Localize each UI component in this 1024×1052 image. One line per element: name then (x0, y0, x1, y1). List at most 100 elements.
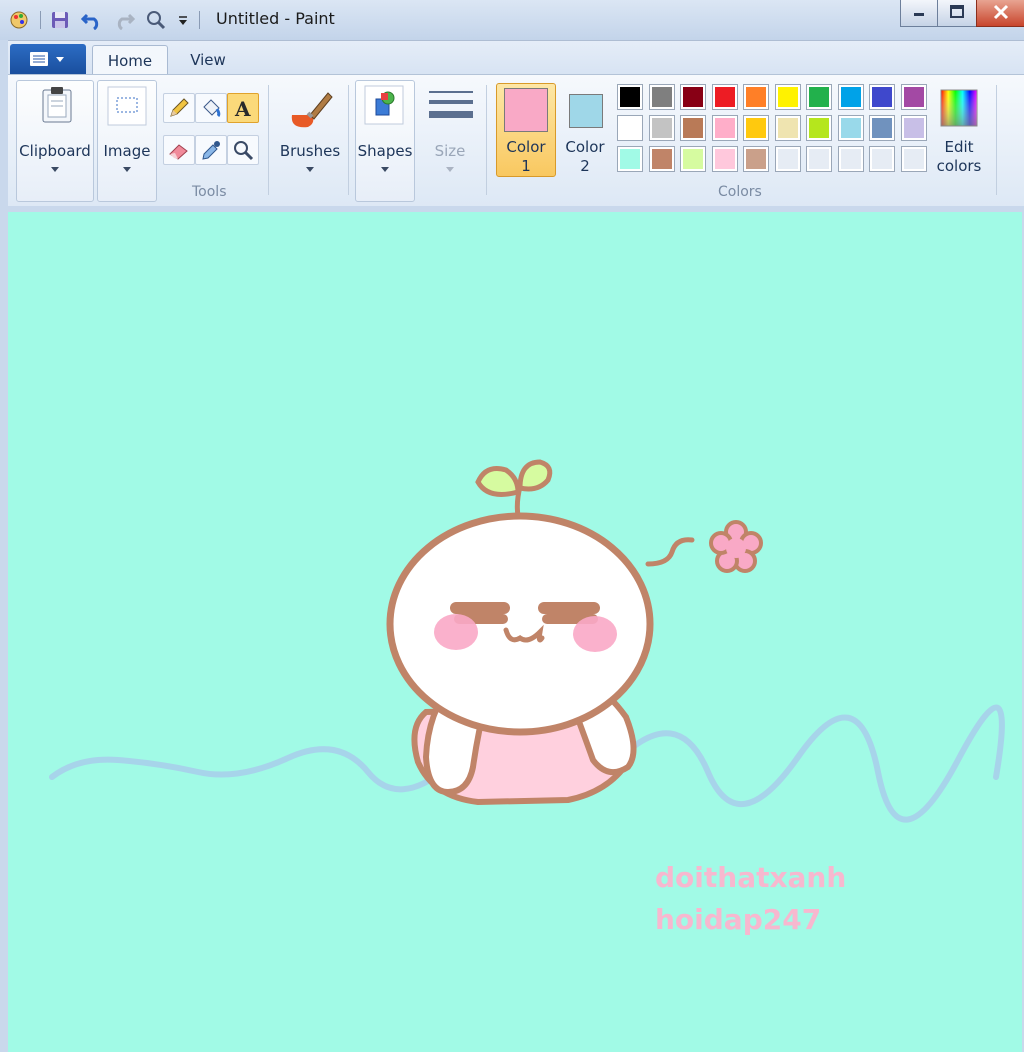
left-eye (450, 602, 510, 614)
magnifier-icon[interactable] (145, 9, 167, 31)
squiggle-line (645, 537, 695, 567)
separator (996, 85, 997, 195)
palette-swatch[interactable] (617, 84, 643, 110)
left-cheek (434, 614, 478, 650)
clipboard-label: Clipboard (19, 142, 91, 160)
palette-swatch[interactable] (806, 146, 832, 172)
edit-colors-button[interactable]: Edit colors (932, 83, 986, 177)
palette-swatch[interactable] (743, 146, 769, 172)
color2-swatch (569, 94, 603, 128)
chevron-down-icon (51, 167, 59, 172)
palette-swatch[interactable] (869, 115, 895, 141)
flower (709, 520, 763, 573)
magnifier-icon (234, 141, 254, 161)
size-label: Size (434, 142, 466, 160)
chevron-down-icon (446, 167, 454, 172)
palette-swatch[interactable] (648, 115, 675, 141)
drawing (49, 459, 1005, 823)
clipboard-button[interactable]: Clipboard (16, 80, 94, 202)
color-picker-tool[interactable] (195, 135, 227, 165)
palette-swatch[interactable] (680, 146, 706, 172)
paint-menu-button[interactable] (10, 44, 86, 74)
title-bar: Untitled - Paint (0, 0, 1024, 40)
image-label: Image (103, 142, 151, 160)
separator (486, 85, 487, 195)
palette-swatch[interactable] (837, 146, 864, 172)
palette-swatch[interactable] (648, 146, 675, 172)
ribbon: Clipboard Image A Tools Brushes Shapes S… (8, 74, 1024, 208)
text-icon: A (234, 97, 251, 119)
color1-swatch (504, 88, 548, 132)
magnifier-tool[interactable] (227, 135, 259, 165)
eyedropper-icon (202, 141, 220, 160)
chevron-down-icon (306, 167, 314, 172)
color-palette (617, 84, 929, 176)
eraser-tool[interactable] (163, 135, 195, 165)
save-icon[interactable] (49, 9, 71, 31)
palette-swatch[interactable] (680, 84, 706, 110)
palette-swatch[interactable] (806, 115, 832, 141)
undo-icon[interactable] (81, 9, 103, 31)
tab-home[interactable]: Home (92, 45, 168, 76)
chevron-down-icon (123, 167, 131, 172)
brushes-button[interactable]: Brushes (276, 80, 344, 202)
edit-colors-label: Edit colors (936, 138, 982, 175)
workspace: doithatxanh hoidap247 (8, 206, 1024, 1052)
minimize-button[interactable] (900, 0, 938, 27)
eraser-icon (169, 144, 188, 160)
palette-swatch[interactable] (774, 115, 801, 141)
palette-swatch[interactable] (711, 115, 738, 141)
palette-swatch[interactable] (837, 115, 864, 141)
palette-swatch[interactable] (774, 84, 801, 110)
fill-tool[interactable] (195, 93, 227, 123)
text-tool[interactable]: A (227, 93, 259, 123)
palette-swatch[interactable] (900, 146, 927, 172)
separator (199, 11, 200, 29)
brushes-label: Brushes (279, 142, 341, 160)
redo-icon[interactable] (113, 9, 135, 31)
svg-text:A: A (234, 97, 251, 119)
palette-swatch[interactable] (774, 146, 801, 172)
palette-swatch[interactable] (806, 84, 832, 110)
shapes-label: Shapes (357, 142, 413, 160)
palette-swatch[interactable] (617, 115, 643, 141)
paint-app-icon[interactable] (8, 9, 30, 31)
customize-quick-access-icon[interactable] (177, 9, 189, 31)
palette-swatch[interactable] (869, 84, 895, 110)
color-spectrum-icon (940, 89, 978, 127)
sprout-leaf-left (475, 466, 521, 497)
color1-button[interactable]: Color 1 (496, 83, 556, 177)
color2-button[interactable]: Color 2 (558, 83, 612, 177)
colors-group-label: Colors (718, 184, 762, 200)
palette-swatch[interactable] (869, 146, 895, 172)
tools-group-label: Tools (192, 184, 227, 200)
pencil-tool[interactable] (163, 93, 195, 123)
window-title: Untitled - Paint (216, 9, 335, 28)
palette-swatch[interactable] (680, 115, 706, 141)
separator (40, 11, 41, 29)
tab-view[interactable]: View (172, 45, 244, 75)
watermark-text: doithatxanh hoidap247 (655, 857, 846, 941)
palette-swatch[interactable] (617, 146, 643, 172)
drawing-canvas[interactable]: doithatxanh hoidap247 (8, 212, 1022, 1052)
maximize-button[interactable] (937, 0, 977, 27)
palette-swatch[interactable] (711, 146, 738, 172)
palette-swatch[interactable] (837, 84, 864, 110)
close-button[interactable] (976, 0, 1024, 27)
palette-swatch[interactable] (743, 115, 769, 141)
line-size-icon (429, 91, 473, 118)
image-button[interactable]: Image (97, 80, 157, 202)
pencil-icon (170, 98, 189, 117)
color2-label: Color 2 (565, 138, 605, 175)
right-eye (538, 602, 600, 614)
palette-swatch[interactable] (900, 84, 927, 110)
palette-swatch[interactable] (900, 115, 927, 141)
right-cheek (573, 616, 617, 652)
palette-swatch[interactable] (743, 84, 769, 110)
separator (348, 85, 349, 195)
palette-swatch[interactable] (648, 84, 675, 110)
palette-swatch[interactable] (711, 84, 738, 110)
shapes-button[interactable]: Shapes (355, 80, 415, 202)
size-button[interactable]: Size (420, 80, 480, 202)
separator (268, 85, 269, 195)
